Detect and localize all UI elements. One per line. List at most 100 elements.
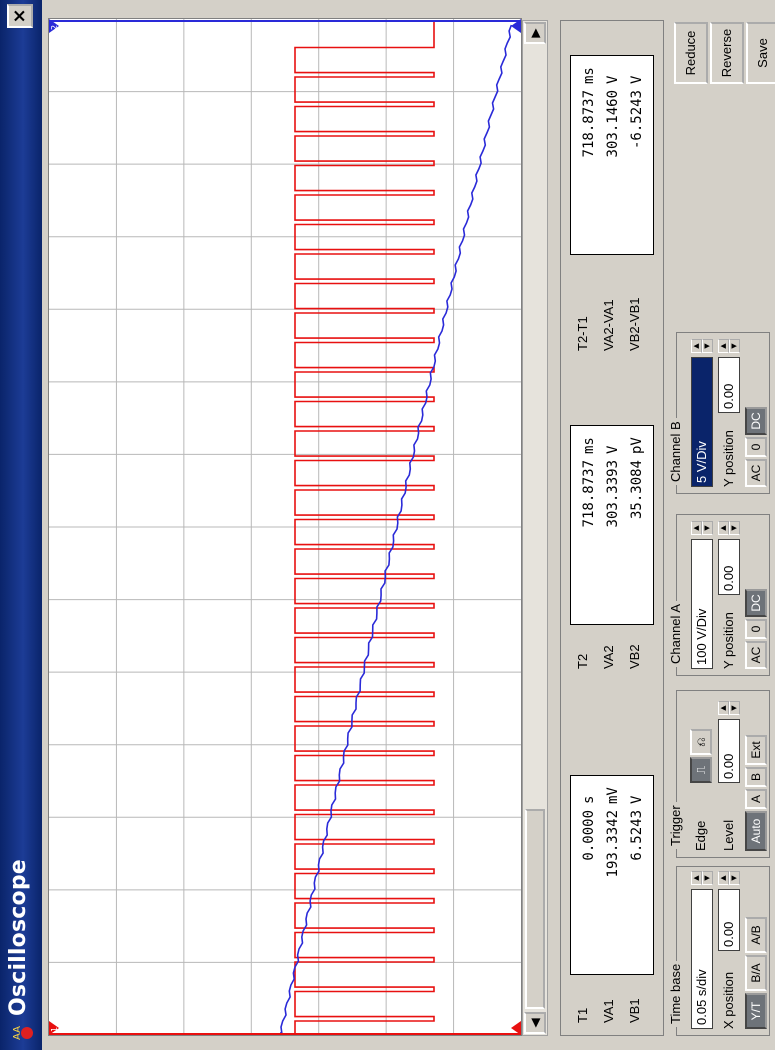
channel-a-trace xyxy=(280,24,513,1034)
spin-up-icon: ▲ xyxy=(691,521,702,535)
readout-label-va1: VA1 xyxy=(601,999,616,1023)
spin-down-icon: ▼ xyxy=(702,339,713,353)
reduce-button[interactable]: Reduce xyxy=(674,22,708,84)
oscilloscope-panel: AA Oscilloscope × 1 2 ◀ ▶ T1 VA1 VB1 0.0… xyxy=(0,0,775,1050)
readout-unit-va1: mV xyxy=(605,787,621,804)
cursor-1-label: 1 xyxy=(50,1027,59,1032)
readout-value-va1: 193.3342 xyxy=(605,810,621,878)
channel-b-ypos-spinner[interactable]: ▲ ▼ xyxy=(718,339,740,353)
scroll-left-icon[interactable]: ◀ xyxy=(524,1012,546,1034)
x-position-field[interactable]: 0.00 xyxy=(718,889,740,951)
readout-value-t1: 0.0000 xyxy=(581,810,597,861)
readout-unit-vb2: pV xyxy=(629,437,645,454)
close-button[interactable]: × xyxy=(7,4,33,28)
level-field[interactable]: 0.00 xyxy=(718,719,740,783)
falling-edge-icon: ⎌ xyxy=(694,737,708,747)
spin-up-icon: ▲ xyxy=(718,521,729,535)
channel-b-dc-button[interactable]: DC xyxy=(745,407,767,435)
channel-b-ac-button[interactable]: AC xyxy=(745,459,767,487)
svg-text:AA: AA xyxy=(12,1026,23,1040)
readout-label-va2-va1: VA2-VA1 xyxy=(601,299,616,351)
spin-up-icon: ▲ xyxy=(691,871,702,885)
timebase-select[interactable]: 0.05 s/div xyxy=(691,889,713,1029)
spin-up-icon: ▲ xyxy=(718,701,729,715)
trigger-auto-button[interactable]: Auto xyxy=(745,811,767,851)
trigger-b-button[interactable]: B xyxy=(745,767,767,787)
level-label: Level xyxy=(721,819,736,851)
mode-ab-button[interactable]: A/B xyxy=(745,917,767,953)
cursor-2-label: 2 xyxy=(50,25,59,30)
readout-label-t1: T1 xyxy=(575,1007,590,1023)
readout-unit-vb1: V xyxy=(629,795,645,804)
spin-up-icon: ▲ xyxy=(691,339,702,353)
x-position-spinner[interactable]: ▲ ▼ xyxy=(718,871,740,885)
channel-a-ypos-field[interactable]: 0.00 xyxy=(718,539,740,595)
readout-unit-va2: V xyxy=(605,445,621,454)
channel-a-title: Channel A xyxy=(668,601,683,667)
channel-b-ypos-field[interactable]: 0.00 xyxy=(718,357,740,413)
x-position-label: X position xyxy=(721,971,736,1029)
title-bar[interactable]: AA Oscilloscope × xyxy=(0,0,42,1050)
timebase-spinner[interactable]: ▲ ▼ xyxy=(691,871,713,885)
trigger-a-button[interactable]: A xyxy=(745,789,767,809)
readout-unit-va2-va1: V xyxy=(605,75,621,84)
readout-label-vb2: VB2 xyxy=(627,644,642,669)
scroll-right-icon[interactable]: ▶ xyxy=(524,22,546,44)
spin-down-icon: ▼ xyxy=(729,339,740,353)
level-spinner[interactable]: ▲ ▼ xyxy=(718,701,740,715)
channel-b-title: Channel B xyxy=(668,418,683,485)
channel-a-dc-button[interactable]: DC xyxy=(745,589,767,617)
falling-edge-button[interactable]: ⎌ xyxy=(690,729,712,755)
timebase-title: Time base xyxy=(668,960,683,1027)
readout-label-va2: VA2 xyxy=(601,645,616,669)
scope-display: 1 2 xyxy=(49,19,521,1035)
scope-grid xyxy=(49,19,521,1035)
mode-yt-button[interactable]: Y/T xyxy=(745,993,767,1029)
readout-unit-vb2-vb1: V xyxy=(629,75,645,84)
channel-a-zero-button[interactable]: 0 xyxy=(745,619,767,639)
channel-b-zero-button[interactable]: 0 xyxy=(745,437,767,457)
readout-box-2: 718.8737 ms 303.3393 V 35.3084 pV xyxy=(570,425,654,625)
channel-b-scale-select[interactable]: 5 V/Div xyxy=(691,357,713,487)
timebase-group: Time base 0.05 s/div ▲ ▼ X position 0.00 … xyxy=(668,866,770,1036)
readout-box-3: 718.8737 ms 303.1460 V -6.5243 V xyxy=(570,55,654,255)
trigger-ext-button[interactable]: Ext xyxy=(745,735,767,765)
cursor-1-handle-bottom[interactable] xyxy=(511,1021,521,1035)
readout-label-t2: T2 xyxy=(575,653,590,669)
spin-down-icon: ▼ xyxy=(702,521,713,535)
reverse-button[interactable]: Reverse xyxy=(710,22,744,84)
readout-value-va2: 303.3393 xyxy=(605,460,621,528)
readout-unit-t2: ms xyxy=(581,437,597,454)
readout-label-t2-t1: T2-T1 xyxy=(575,316,590,351)
spin-up-icon: ▲ xyxy=(718,871,729,885)
spin-up-icon: ▲ xyxy=(718,339,729,353)
mode-ba-button[interactable]: B/A xyxy=(745,955,767,991)
horizontal-scrollbar[interactable]: ◀ ▶ xyxy=(522,20,548,1036)
channel-b-scale-spinner[interactable]: ▲ ▼ xyxy=(691,339,713,353)
channel-a-group: Channel A 100 V/Div ▲ ▼ Y position 0.00 ▲… xyxy=(668,514,770,676)
readout-value-t2: 718.8737 xyxy=(581,460,597,528)
readout-label-vb2-vb1: VB2-VB1 xyxy=(627,297,642,351)
oscilloscope-app-icon: AA xyxy=(12,1026,33,1040)
readout-value-vb1: 6.5243 xyxy=(629,810,645,861)
save-button[interactable]: Save xyxy=(746,22,775,84)
rising-edge-button[interactable]: ⎍ xyxy=(690,757,712,783)
readout-label-vb1: VB1 xyxy=(627,998,642,1023)
channel-a-scale-select[interactable]: 100 V/Div xyxy=(691,539,713,669)
readout-value-va2-va1: 303.1460 xyxy=(605,90,621,158)
channel-a-ac-button[interactable]: AC xyxy=(745,641,767,669)
readout-unit-t1: s xyxy=(581,795,597,804)
trigger-group: Trigger Edge ⎍ ⎌ Level 0.00 ▲ ▼ Auto A B … xyxy=(668,690,770,858)
scroll-thumb[interactable] xyxy=(525,809,545,1009)
readout-value-vb2: 35.3084 xyxy=(629,460,645,520)
channel-a-ypos-label: Y position xyxy=(721,612,736,669)
readout-box-1: 0.0000 s 193.3342 mV 6.5243 V xyxy=(570,775,654,975)
readout-value-vb2-vb1: -6.5243 xyxy=(629,90,645,150)
channel-a-ypos-spinner[interactable]: ▲ ▼ xyxy=(718,521,740,535)
readout-unit-t2-t1: ms xyxy=(581,67,597,84)
readout-value-t2-t1: 718.8737 xyxy=(581,90,597,158)
oscilloscope-window: AA Oscilloscope × 1 2 ◀ ▶ T1 VA1 VB1 0.0… xyxy=(0,0,775,1050)
channel-b-ypos-label: Y position xyxy=(721,430,736,487)
window-title: Oscilloscope xyxy=(6,859,31,1016)
channel-a-scale-spinner[interactable]: ▲ ▼ xyxy=(691,521,713,535)
